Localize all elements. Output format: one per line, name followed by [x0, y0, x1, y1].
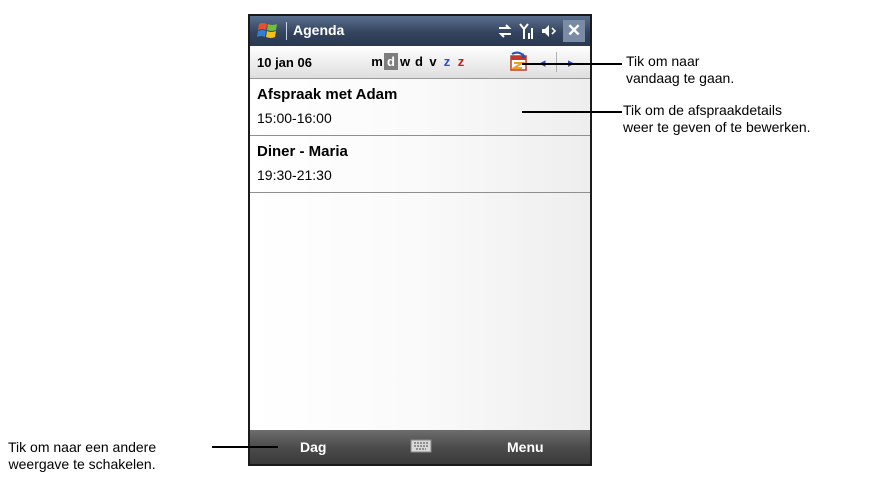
appointment-subject: Diner - Maria	[257, 143, 348, 160]
day-button[interactable]: v	[426, 53, 440, 70]
callout-text: Tik om naar een andere	[8, 439, 157, 455]
today-calendar-icon[interactable]	[508, 51, 530, 73]
title-separator	[286, 22, 287, 40]
callout-text: Tik om de afspraakdetails	[623, 102, 782, 118]
device-screen: Agenda ✕ 10 jan 06 m d w d v z z Afspraa…	[248, 14, 592, 466]
callout-text: Tik om naar	[626, 53, 700, 69]
keyboard-icon[interactable]	[410, 438, 432, 454]
menu-bar: Dag Menu	[250, 430, 590, 464]
day-button[interactable]: m	[370, 53, 384, 70]
day-button[interactable]: d	[412, 53, 426, 70]
callout-view: Tik om naar een andere weergave te schak…	[8, 439, 156, 473]
day-button[interactable]: d	[384, 53, 398, 70]
appointment-item[interactable]: Diner - Maria 19:30-21:30	[250, 136, 590, 193]
title-bar: Agenda ✕	[250, 16, 590, 46]
app-title: Agenda	[293, 22, 345, 38]
windows-flag-icon[interactable]	[256, 21, 280, 41]
callout-line-details	[522, 111, 622, 113]
callout-details: Tik om de afspraakdetails weer te geven …	[623, 102, 811, 136]
current-date[interactable]: 10 jan 06	[257, 55, 312, 70]
appointment-list: Afspraak met Adam 15:00-16:00 Diner - Ma…	[250, 79, 590, 430]
callout-text: vandaag te gaan.	[626, 70, 735, 86]
toolbar-separator	[556, 52, 557, 72]
day-button[interactable]: z	[454, 53, 468, 70]
callout-today: Tik om naar vandaag te gaan.	[626, 53, 734, 87]
day-button[interactable]: z	[440, 53, 454, 70]
appointment-item[interactable]: Afspraak met Adam 15:00-16:00	[250, 79, 590, 136]
view-softkey[interactable]: Dag	[300, 439, 326, 455]
callout-text: weergave te schakelen.	[8, 456, 156, 472]
callout-line-view	[212, 446, 278, 448]
week-day-selector: m d w d v z z	[370, 53, 468, 70]
menu-softkey[interactable]: Menu	[507, 439, 544, 455]
signal-icon[interactable]	[518, 22, 536, 40]
callout-text: weer te geven of te bewerken.	[623, 119, 811, 135]
close-icon[interactable]: ✕	[563, 20, 585, 42]
appointment-subject: Afspraak met Adam	[257, 86, 398, 103]
appointment-time: 15:00-16:00	[257, 110, 332, 126]
day-button[interactable]: w	[398, 53, 412, 70]
connectivity-icon[interactable]	[496, 22, 514, 40]
callout-line-today	[522, 63, 622, 65]
speaker-icon[interactable]	[540, 22, 558, 40]
appointment-time: 19:30-21:30	[257, 167, 332, 183]
